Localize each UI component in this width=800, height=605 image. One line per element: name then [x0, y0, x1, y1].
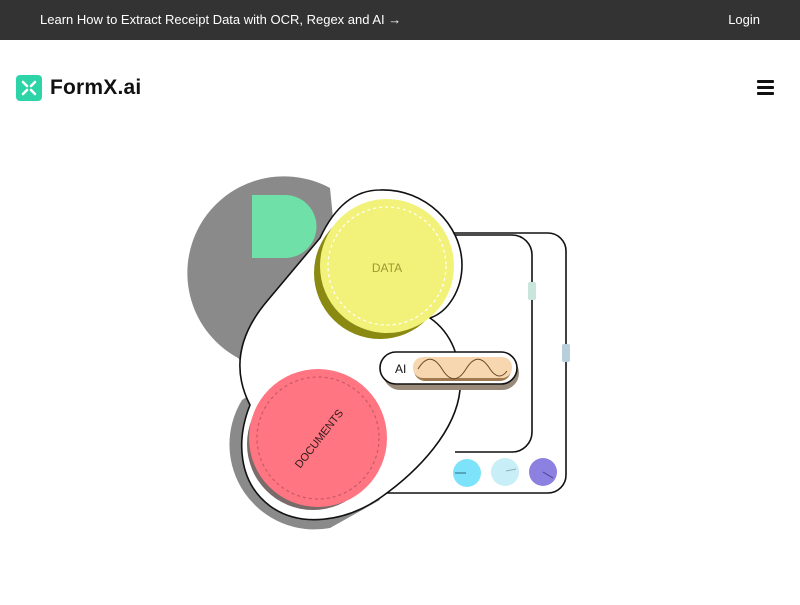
announcement-bar: Learn How to Extract Receipt Data with O… — [0, 0, 800, 40]
light-cyan-dot — [491, 458, 519, 486]
logo-text: FormX.ai — [50, 76, 142, 99]
data-label: DATA — [372, 261, 402, 275]
green-tab-shape — [252, 195, 317, 258]
line-tab — [528, 282, 536, 300]
line-tab — [562, 344, 570, 362]
connector-line — [455, 234, 533, 453]
wave-box — [413, 357, 512, 378]
promo-link[interactable]: Learn How to Extract Receipt Data with O… — [40, 12, 401, 27]
formx-logo-icon — [16, 75, 42, 101]
data-documents-ai-illustration: DATA DOCUMENTS AI — [187, 176, 570, 530]
hamburger-menu-icon[interactable] — [757, 78, 775, 96]
logo-link[interactable]: FormX.ai — [16, 75, 141, 101]
ai-label: AI — [395, 362, 406, 376]
hero-illustration: DATA DOCUMENTS AI — [0, 136, 800, 600]
site-header: FormX.ai — [0, 40, 800, 136]
login-link[interactable]: Login — [728, 12, 760, 27]
